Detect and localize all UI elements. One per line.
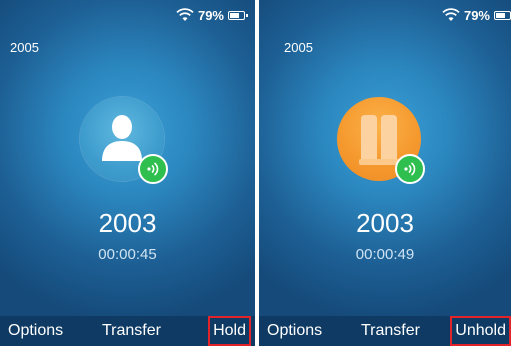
options-softkey[interactable]: Options [8, 316, 63, 346]
battery-percent: 79% [197, 7, 224, 23]
extension-label: 2005 [284, 40, 313, 55]
battery-percent: 79% [463, 7, 490, 23]
call-number: 2003 [356, 208, 414, 238]
battery-icon [228, 10, 248, 20]
audio-waves-icon [404, 162, 416, 176]
transfer-softkey[interactable]: Transfer [102, 316, 161, 346]
transfer-softkey[interactable]: Transfer [361, 316, 420, 346]
options-softkey[interactable]: Options [267, 316, 322, 346]
hold-softkey[interactable]: Hold [208, 316, 251, 346]
user-icon [101, 115, 142, 161]
audio-waves-icon [146, 162, 158, 176]
phone-screen-active-call: 79% 2005 2003 00:00:45 Options Transfer … [0, 0, 255, 346]
caller-avatar [79, 97, 176, 193]
wifi-icon [442, 8, 460, 21]
caller-avatar [337, 97, 433, 193]
status-bar: 79% [176, 6, 248, 24]
call-duration: 00:00:45 [98, 246, 157, 263]
active-call-badge [395, 154, 425, 184]
wifi-icon [176, 8, 194, 21]
phone-screen-call-on-hold: 79% 2005 2003 00:00:49 Options Transfer … [259, 0, 511, 346]
unhold-softkey[interactable]: Unhold [450, 316, 511, 346]
battery-icon [494, 10, 511, 20]
softkey-bar: Options Transfer Unhold [259, 316, 511, 346]
status-bar: 79% [442, 6, 511, 24]
pause-icon [359, 115, 399, 165]
active-call-badge [137, 154, 168, 184]
call-duration: 00:00:49 [355, 246, 415, 263]
extension-label: 2005 [10, 40, 39, 55]
softkey-bar: Options Transfer Hold [0, 316, 255, 346]
call-number: 2003 [98, 208, 157, 238]
